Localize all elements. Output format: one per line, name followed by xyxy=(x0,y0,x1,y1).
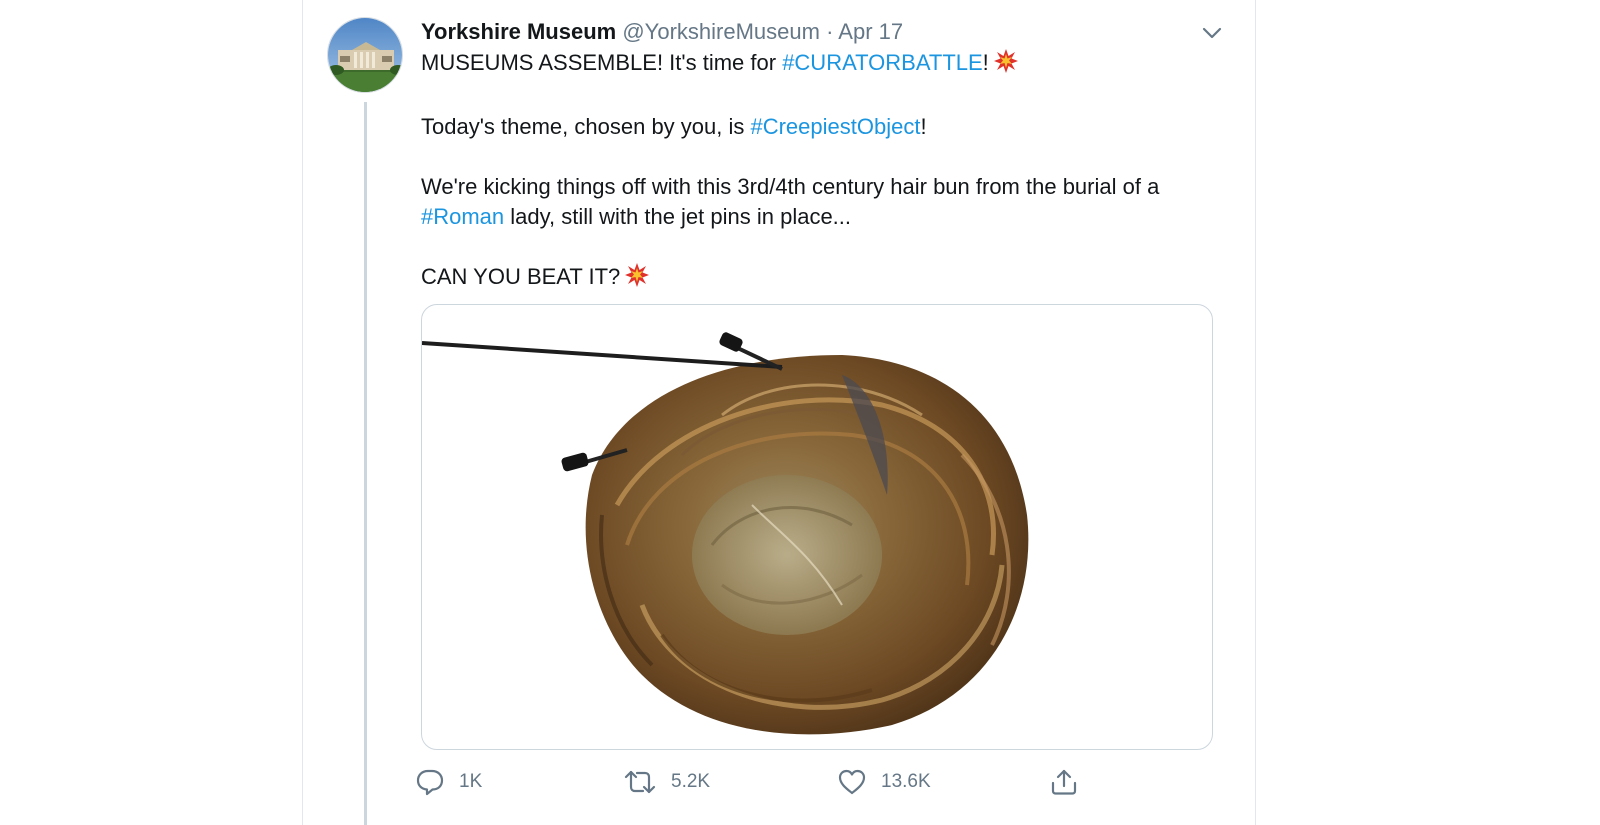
chevron-down-icon[interactable] xyxy=(1199,22,1225,44)
like-button[interactable]: 13.6K xyxy=(837,762,931,802)
text-segment: ! xyxy=(920,114,927,139)
hashtag-link[interactable]: #CURATORBATTLE xyxy=(782,50,982,75)
text-segment: lady, still with the jet pins in place..… xyxy=(504,204,852,229)
author-display-name[interactable]: Yorkshire Museum xyxy=(421,19,616,44)
author-avatar[interactable] xyxy=(327,17,403,93)
share-button[interactable] xyxy=(1049,762,1093,802)
like-count: 13.6K xyxy=(881,771,931,792)
text-segment: ! xyxy=(982,50,989,75)
like-icon xyxy=(838,769,866,795)
collision-emoji xyxy=(624,262,650,296)
hashtag-link[interactable]: #Roman xyxy=(421,204,504,229)
tweet-actions-bar: 1K 5.2K 13.6K xyxy=(415,762,1215,802)
tweet-paragraph-2: Today's theme, chosen by you, is #Creepi… xyxy=(421,112,1221,142)
tweet-media-image[interactable] xyxy=(421,304,1213,750)
tweet-paragraph-3: We're kicking things off with this 3rd/4… xyxy=(421,172,1221,232)
reply-icon xyxy=(416,769,444,796)
author-handle[interactable]: @YorkshireMuseum xyxy=(622,19,820,44)
collision-emoji xyxy=(993,48,1019,82)
tweet-header: Yorkshire Museum @YorkshireMuseum · Apr … xyxy=(421,18,903,46)
tweet-text: MUSEUMS ASSEMBLE! It's time for #CURATOR… xyxy=(421,48,1221,326)
retweet-button[interactable]: 5.2K xyxy=(623,762,710,802)
header-separator: · xyxy=(826,19,834,44)
text-segment: MUSEUMS ASSEMBLE! It's time for xyxy=(421,50,783,75)
tweet-card[interactable]: Yorkshire Museum @YorkshireMuseum · Apr … xyxy=(302,0,1256,825)
share-icon xyxy=(1051,769,1077,795)
retweet-count: 5.2K xyxy=(671,771,711,792)
thread-connector-line xyxy=(364,102,367,825)
hashtag-link[interactable]: #CreepiestObject xyxy=(750,114,920,139)
text-segment: CAN YOU BEAT IT? xyxy=(421,264,621,289)
reply-button[interactable]: 1K xyxy=(415,762,482,802)
hair-bun-photo xyxy=(422,332,1029,735)
reply-count: 1K xyxy=(459,771,483,792)
retweet-icon xyxy=(624,770,656,794)
tweet-paragraph-1: MUSEUMS ASSEMBLE! It's time for #CURATOR… xyxy=(421,48,1221,82)
museum-avatar-image xyxy=(328,18,402,92)
tweet-date[interactable]: Apr 17 xyxy=(838,19,903,44)
text-segment: Today's theme, chosen by you, is xyxy=(421,114,751,139)
tweet-paragraph-4: CAN YOU BEAT IT? xyxy=(421,262,1221,296)
text-segment: We're kicking things off with this 3rd/4… xyxy=(421,174,1160,199)
